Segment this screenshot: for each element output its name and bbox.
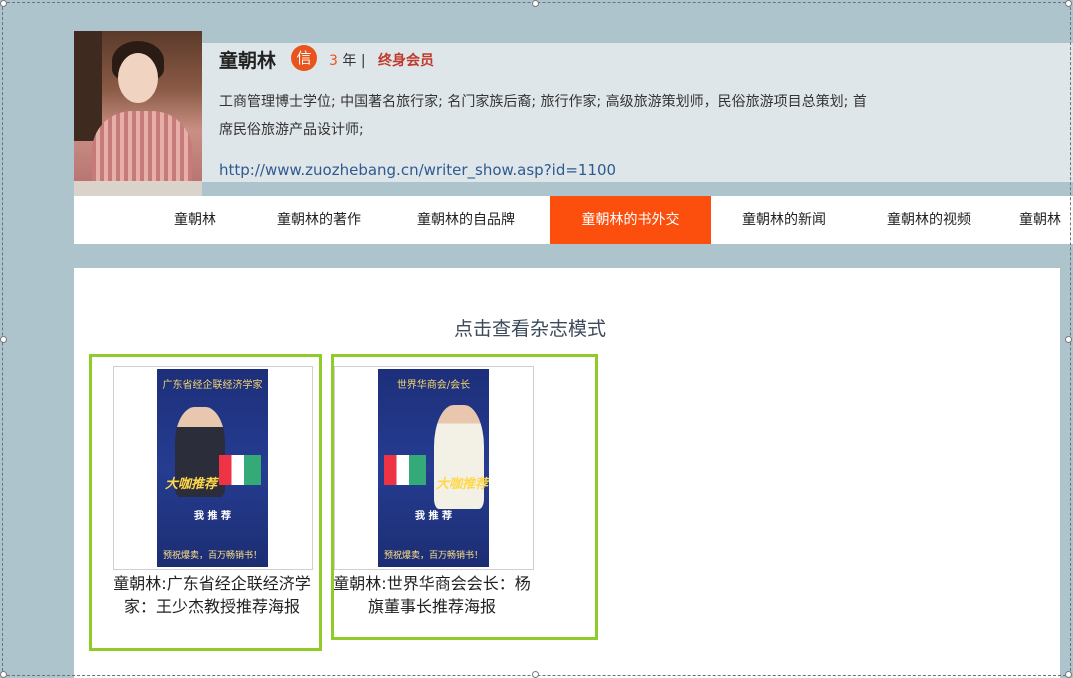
poster-caption[interactable]: 童朝林:世界华商会会长：杨旗董事长推荐海报 [330,572,534,618]
resize-handle-mr[interactable] [1065,336,1072,343]
avatar-bookshelf [74,31,102,141]
poster-books [384,455,426,485]
nav-item-brand[interactable]: 童朝林的自品牌 [396,196,536,244]
header-strip-top [202,31,1073,43]
poster-tag: 大咖推荐 [436,477,489,492]
resize-handle-tc[interactable] [532,0,539,7]
nav-item-more[interactable]: 童朝林 [1019,196,1073,244]
nav-item-book-diplomacy[interactable]: 童朝林的书外交 [550,196,711,244]
poster-title: 广东省经企联经济学家 [162,380,263,391]
credit-badge-icon: 信 [291,45,317,71]
poster-recommend: 我 推 荐 [415,511,452,522]
avatar-desk [74,181,202,196]
author-url-link[interactable]: http://www.zuozhebang.cn/writer_show.asp… [219,161,616,179]
resize-handle-ml[interactable] [0,336,7,343]
author-name: 童朝林 [219,50,277,72]
poster-title: 世界华商会/会长 [396,380,471,391]
nav-item-videos[interactable]: 童朝林的视频 [865,196,993,244]
member-level: 终身会员 [378,53,434,69]
poster-tag: 大咖推荐 [165,477,218,492]
header-strip-bottom [202,182,1073,196]
avatar[interactable] [74,31,202,196]
avatar-face [118,53,158,103]
poster-slogan: 预祝爆卖，百万畅销书！ [162,551,262,561]
poster-image[interactable]: 广东省经企联经济学家 大咖推荐 我 推 荐 预祝爆卖，百万畅销书！ [157,369,268,567]
nav-item-home[interactable]: 童朝林 [146,196,244,244]
resize-handle-bc[interactable] [532,671,539,678]
poster-caption[interactable]: 童朝林:广东省经企联经济学家：王少杰教授推荐海报 [110,572,314,618]
resize-handle-bl[interactable] [0,671,7,678]
resize-handle-tr[interactable] [1065,0,1072,7]
poster-books [219,455,261,485]
poster-recommend: 我 推 荐 [194,511,231,522]
years-suffix: 年 | [337,53,366,69]
poster-slogan: 预祝爆卖，百万畅销书！ [383,551,483,561]
poster-image[interactable]: 世界华商会/会长 大咖推荐 我 推 荐 预祝爆卖，百万畅销书！ [378,369,489,567]
poster-person [434,405,484,509]
years-number: 3 [329,53,338,69]
nav-item-news[interactable]: 童朝林的新闻 [723,196,845,244]
author-nav: 童朝林 童朝林的著作 童朝林的自品牌 童朝林的书外交 童朝林的新闻 童朝林的视频… [74,196,1073,244]
membership-years: 3 年 | [329,50,366,70]
resize-handle-tl[interactable] [0,0,7,7]
author-bio: 工商管理博士学位; 中国著名旅行家; 名门家族后裔; 旅行作家; 高级旅游策划师… [219,94,867,138]
magazine-mode-link[interactable]: 点击查看杂志模式 [0,314,1060,341]
resize-handle-br[interactable] [1065,671,1072,678]
nav-item-works[interactable]: 童朝林的著作 [254,196,384,244]
